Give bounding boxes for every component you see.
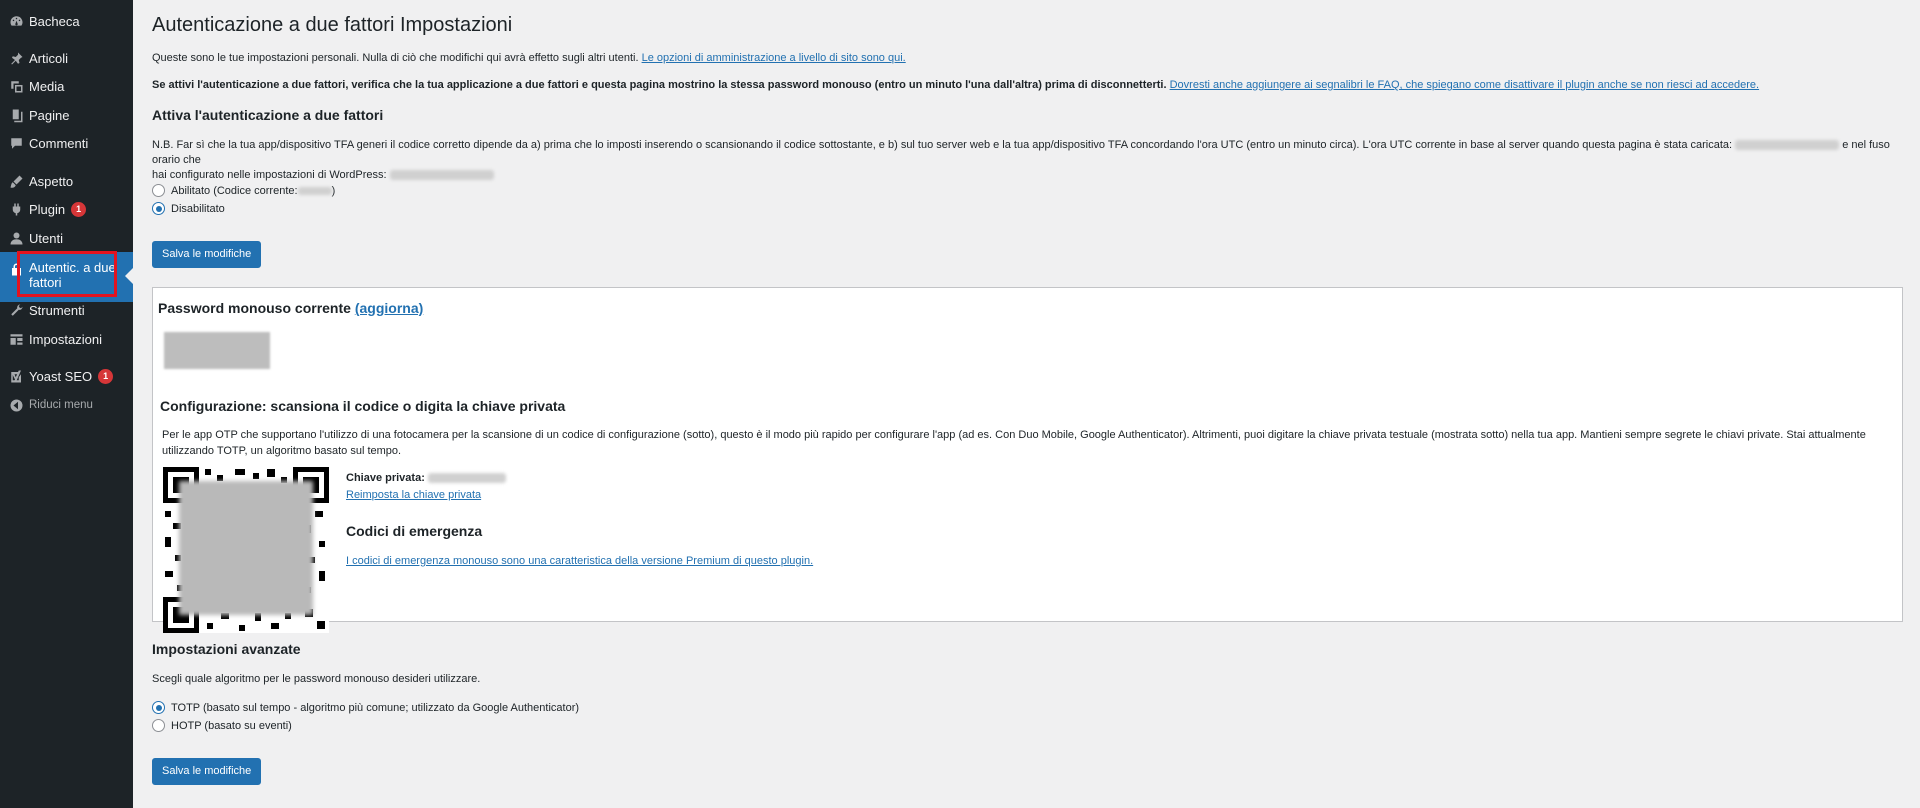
- config-text: Per le app OTP che supportano l'utilizzo…: [162, 429, 1866, 457]
- radio-hotp[interactable]: [152, 719, 165, 732]
- advanced-section-title: Impostazioni avanzate: [152, 641, 301, 657]
- intro-paragraph: Queste sono le tue impostazioni personal…: [152, 51, 906, 66]
- nb-text: N.B. Far sì che la tua app/dispositivo T…: [152, 139, 1733, 151]
- current-menu-arrow: [125, 268, 133, 284]
- sidebar-item-plugin[interactable]: Plugin 1: [0, 195, 133, 223]
- reset-private-key-link[interactable]: Reimposta la chiave privata: [346, 489, 481, 501]
- sidebar-item-label: Plugin: [29, 201, 66, 217]
- private-key-label: Chiave privata:: [346, 472, 425, 484]
- sidebar-item-label: Strumenti: [29, 302, 85, 318]
- redacted-utc-time: [1735, 140, 1840, 151]
- radio-disabled[interactable]: [152, 202, 165, 215]
- private-key-row: Chiave privata:: [346, 472, 506, 484]
- sidebar-item-label: Utenti: [29, 230, 63, 246]
- pages-icon: [8, 107, 24, 123]
- plugin-update-badge: 1: [71, 201, 87, 217]
- otp-title: Password monouso corrente: [158, 300, 351, 316]
- sidebar-item-strumenti[interactable]: Strumenti: [0, 296, 133, 324]
- users-icon: [8, 230, 24, 246]
- comments-icon: [8, 135, 24, 151]
- collapse-icon: [8, 397, 24, 413]
- redacted-current-code: [297, 186, 332, 195]
- radio-disabled-label: Disabilitato: [171, 202, 225, 215]
- yoast-icon: [8, 368, 24, 384]
- sidebar-item-label: Yoast SEO: [29, 368, 93, 384]
- radio-totp-label: TOTP (basato sul tempo - algoritmo più c…: [171, 701, 580, 714]
- redacted-private-key: [427, 473, 506, 484]
- qr-code: [163, 467, 329, 633]
- sidebar-item-bacheca[interactable]: Bacheca: [0, 7, 133, 35]
- advanced-text: Scegli quale algoritmo per le password m…: [152, 673, 481, 685]
- save-button-advanced[interactable]: Salva le modifiche: [152, 758, 262, 785]
- sidebar-item-aspetto[interactable]: Aspetto: [0, 167, 133, 195]
- emergency-codes-premium-link[interactable]: I codici di emergenza monouso sono una c…: [346, 555, 813, 567]
- radio-hotp-row[interactable]: HOTP (basato su eventi): [152, 719, 292, 732]
- collapse-label: Riduci menu: [29, 399, 93, 411]
- sidebar-item-label: Impostazioni: [29, 331, 102, 347]
- faq-link[interactable]: Dovresti anche aggiungere ai segnalibri …: [1170, 79, 1759, 91]
- radio-hotp-label: HOTP (basato su eventi): [171, 719, 292, 732]
- warning-paragraph: Se attivi l'autenticazione a due fattori…: [152, 78, 1759, 93]
- plugins-icon: [8, 201, 24, 217]
- otp-panel: Password monouso corrente (aggiorna) Con…: [152, 287, 1903, 622]
- activate-section-title: Attiva l'autenticazione a due fattori: [152, 107, 384, 123]
- radio-totp-row[interactable]: TOTP (basato sul tempo - algoritmo più c…: [152, 701, 579, 714]
- sidebar-item-impostazioni[interactable]: Impostazioni: [0, 325, 133, 353]
- sidebar-item-media[interactable]: Media: [0, 72, 133, 100]
- lock-icon: [8, 261, 24, 277]
- sidebar-item-two-factor[interactable]: Autentic. a due fattori: [0, 252, 133, 302]
- radio-totp[interactable]: [152, 701, 165, 714]
- intro-text: Queste sono le tue impostazioni personal…: [152, 52, 639, 64]
- sidebar-item-label: Articoli: [29, 50, 69, 66]
- sidebar-item-utenti[interactable]: Utenti: [0, 224, 133, 252]
- tools-icon: [8, 302, 24, 318]
- sidebar-item-articoli[interactable]: Articoli: [0, 44, 133, 72]
- sidebar-item-label: Autentic. a due fattori: [29, 260, 116, 290]
- sidebar-item-yoast[interactable]: Yoast SEO 1: [0, 362, 133, 390]
- radio-disabled-row[interactable]: Disabilitato: [152, 202, 225, 215]
- radio-enabled-row[interactable]: Abilitato (Codice corrente: ): [152, 184, 335, 197]
- settings-icon: [8, 331, 24, 347]
- radio-enabled[interactable]: [152, 184, 165, 197]
- sidebar-item-label: Media: [29, 78, 65, 94]
- nb-paragraph: N.B. Far sì che la tua app/dispositivo T…: [152, 138, 1912, 183]
- appearance-icon: [8, 173, 24, 189]
- radio-enabled-closing: ): [331, 184, 336, 197]
- pin-icon: [8, 50, 24, 66]
- admin-sidebar: Bacheca Articoli Media Pagine Commenti A…: [0, 0, 133, 808]
- radio-enabled-label: Abilitato (Codice corrente:: [171, 184, 298, 197]
- yoast-notification-badge: 1: [98, 368, 114, 384]
- collapse-menu-button[interactable]: Riduci menu: [0, 391, 133, 419]
- nb-text-tz: hai configurato nelle impostazioni di Wo…: [152, 169, 387, 181]
- sidebar-item-label: Aspetto: [29, 173, 74, 189]
- page-title: Autenticazione a due fattori Impostazion…: [152, 14, 513, 36]
- sidebar-item-pagine[interactable]: Pagine: [0, 101, 133, 129]
- media-icon: [8, 78, 24, 94]
- save-button[interactable]: Salva le modifiche: [152, 241, 262, 268]
- sidebar-item-commenti[interactable]: Commenti: [0, 129, 133, 157]
- sidebar-item-label: Pagine: [29, 107, 70, 123]
- warning-text: Se attivi l'autenticazione a due fattori…: [152, 79, 1167, 91]
- site-admin-options-link[interactable]: Le opzioni di amministrazione a livello …: [642, 52, 906, 64]
- refresh-otp-link[interactable]: (aggiorna): [355, 300, 423, 316]
- otp-title-row: Password monouso corrente (aggiorna): [158, 300, 423, 316]
- emergency-codes-title: Codici di emergenza: [346, 523, 483, 539]
- sidebar-item-label: Bacheca: [29, 13, 80, 29]
- dashboard-icon: [8, 13, 24, 29]
- sidebar-item-label: Commenti: [29, 135, 89, 151]
- config-title: Configurazione: scansiona il codice o di…: [160, 398, 566, 414]
- redacted-local-time: [389, 170, 494, 181]
- redacted-otp-code: [164, 332, 270, 369]
